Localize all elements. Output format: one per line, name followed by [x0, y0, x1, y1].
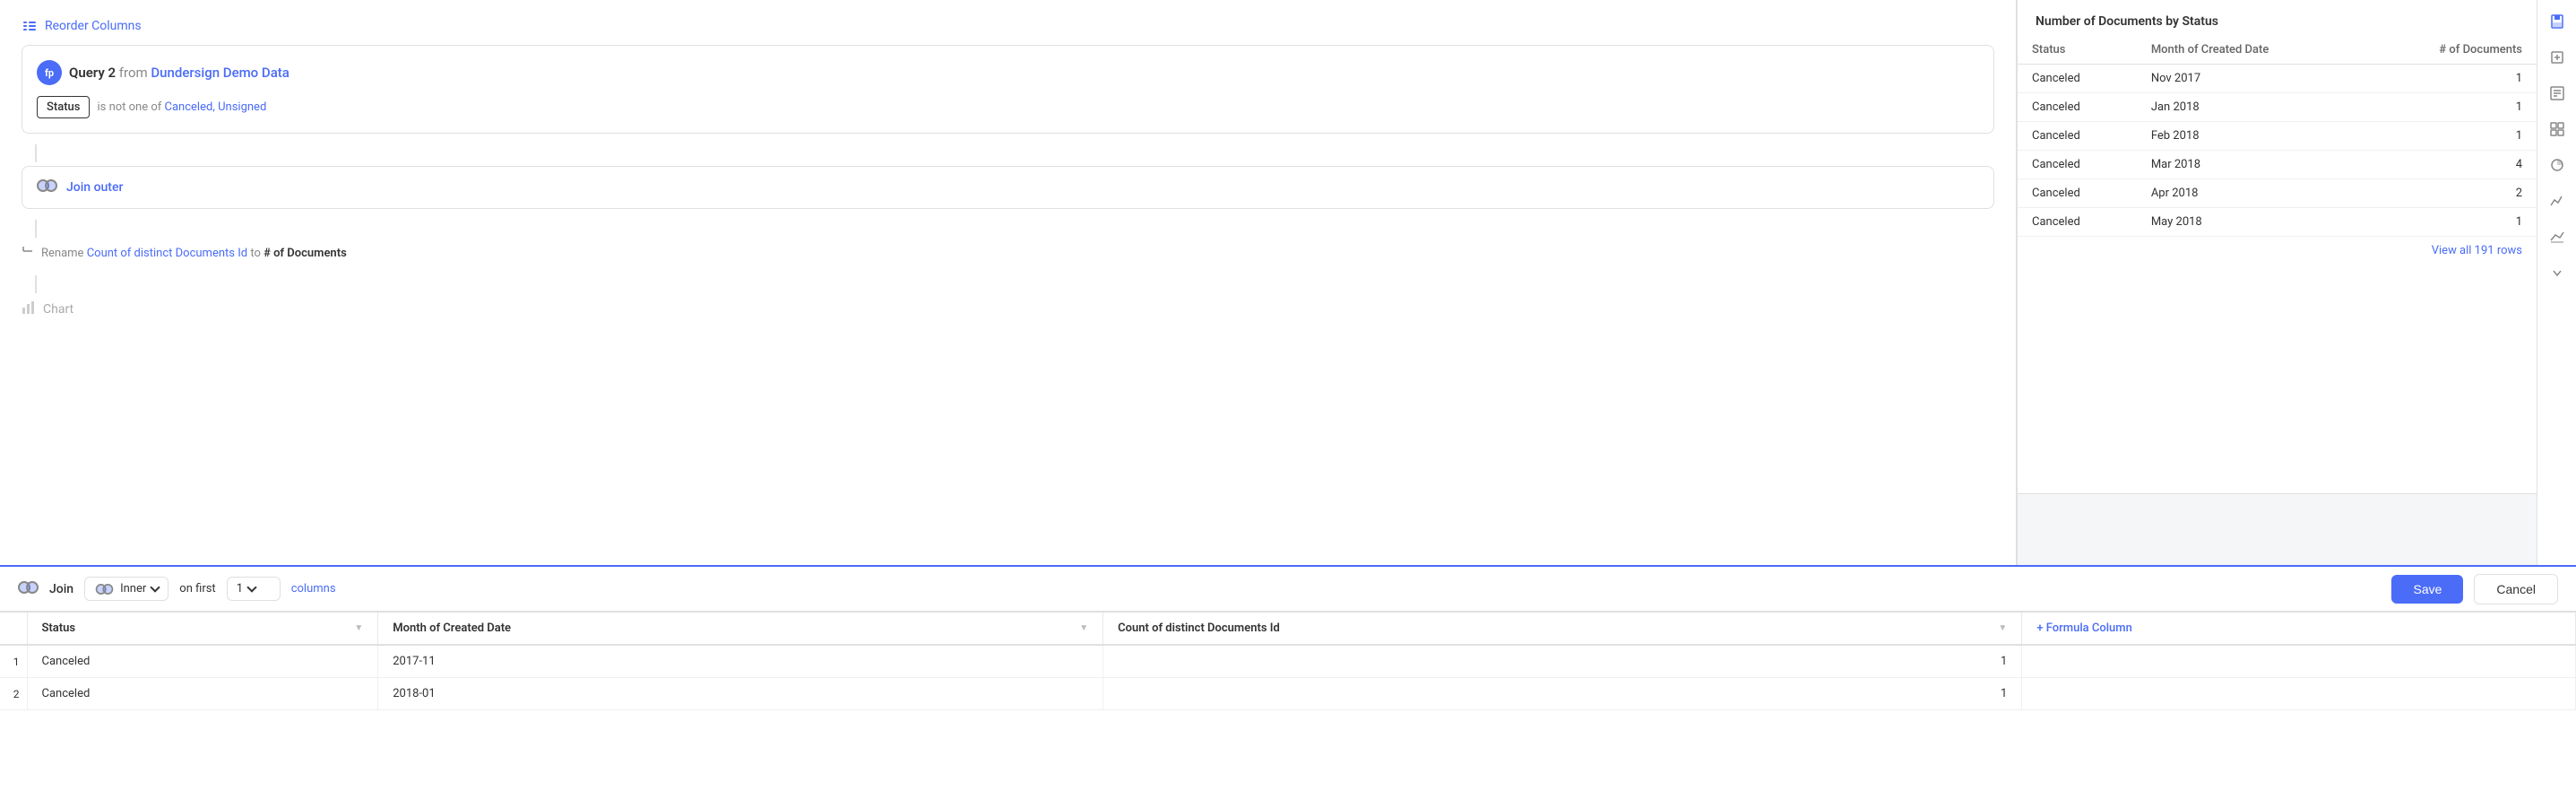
preview-area: Number of Documents by Status Status Mon…	[2017, 0, 2537, 565]
rename-new-name: # of Documents	[264, 247, 347, 260]
join-type-chevron	[151, 582, 160, 592]
sidebar-grid-icon[interactable]	[2543, 115, 2572, 143]
table-row: 2Canceled2018-011	[0, 678, 2576, 710]
chart-block: Chart	[22, 297, 1994, 322]
join-outer-label: Join outer	[66, 180, 123, 195]
col-header-formula[interactable]: + Formula Column	[2022, 613, 2576, 645]
rename-field: Count of distinct Documents Id	[87, 247, 247, 260]
sidebar-add-icon[interactable]	[2543, 43, 2572, 72]
join-columns-value: 1	[237, 582, 243, 595]
filter-values: Canceled, Unsigned	[165, 100, 267, 114]
join-bar: Join Inner on first 1 columns Save Cance…	[0, 565, 2576, 612]
view-all-rows-link[interactable]: View all 191 rows	[2018, 237, 2537, 265]
col-header-month: Month of Created Date ▼	[378, 613, 1103, 645]
sidebar-line-icon[interactable]	[2543, 187, 2572, 215]
query-avatar: fp	[37, 60, 62, 85]
main-container: Reorder Columns fp Query 2 from Dundersi…	[0, 0, 2576, 791]
table-row: 1Canceled2017-111	[0, 645, 2576, 678]
pipeline-area: Reorder Columns fp Query 2 from Dundersi…	[0, 0, 2017, 565]
preview-chart-area	[2018, 493, 2537, 565]
col-header-count: Count of distinct Documents Id ▼	[1103, 613, 2022, 645]
join-outer-icon	[37, 179, 57, 196]
sidebar-pie-icon[interactable]	[2543, 151, 2572, 179]
preview-table-row: CanceledFeb 20181	[2018, 122, 2537, 151]
rename-arrow: to	[250, 247, 264, 260]
cancel-button[interactable]: Cancel	[2474, 574, 2558, 604]
query-name: Query 2	[69, 65, 116, 81]
data-table-section: Status ▼ Month of Created Date ▼ Count o…	[0, 612, 2576, 791]
rename-block: Rename Count of distinct Documents Id to…	[22, 241, 1994, 265]
query-from: from	[119, 65, 151, 81]
step-connector-1	[35, 144, 37, 162]
join-outer-block: Join outer	[22, 166, 1994, 209]
rename-action: Rename	[41, 247, 83, 260]
join-on-text: on first	[179, 582, 215, 595]
col-month-sort[interactable]: ▼	[1079, 623, 1088, 633]
filter-operator: is not one of	[97, 100, 161, 114]
filter-condition: is not one of Canceled, Unsigned	[97, 100, 266, 114]
query-header: fp Query 2 from Dundersign Demo Data	[37, 60, 1979, 85]
join-type-button[interactable]: Inner	[84, 577, 169, 601]
col-count-sort[interactable]: ▼	[1998, 623, 2007, 633]
preview-col-docs: # of Documents	[2364, 36, 2537, 65]
reorder-icon	[22, 18, 38, 34]
sidebar-save-icon[interactable]	[2543, 7, 2572, 36]
col-month-label: Month of Created Date	[393, 622, 511, 635]
step-connector-3	[35, 275, 37, 293]
join-type-label: Inner	[120, 582, 146, 595]
col-status-label: Status	[42, 622, 76, 635]
query-title: Query 2 from Dundersign Demo Data	[69, 65, 290, 81]
preview-col-month: Month of Created Date	[2137, 36, 2364, 65]
right-sidebar	[2537, 0, 2576, 565]
preview-col-status: Status	[2018, 36, 2137, 65]
col-formula-label: + Formula Column	[2036, 622, 2132, 635]
chart-label: Chart	[43, 302, 73, 317]
join-number-button[interactable]: 1	[227, 577, 281, 601]
reorder-columns-label: Reorder Columns	[45, 19, 142, 33]
preview-table-row: CanceledMar 20184	[2018, 151, 2537, 179]
col-header-status: Status ▼	[27, 613, 378, 645]
sidebar-edit-icon[interactable]	[2543, 79, 2572, 108]
col-count-label: Count of distinct Documents Id	[1118, 622, 1280, 635]
preview-table: Status Month of Created Date # of Docume…	[2018, 36, 2537, 493]
query-block: fp Query 2 from Dundersign Demo Data Sta…	[22, 45, 1994, 134]
step-connector-2	[35, 220, 37, 238]
join-bar-label: Join	[49, 582, 73, 596]
preview-table-row: CanceledApr 20182	[2018, 179, 2537, 208]
filter-row: Status is not one of Canceled, Unsigned	[37, 96, 1979, 118]
preview-title: Number of Documents by Status	[2018, 0, 2537, 36]
query-source: Dundersign Demo Data	[151, 65, 290, 81]
sidebar-trend-icon[interactable]	[2543, 222, 2572, 251]
join-columns-label: columns	[291, 582, 336, 595]
col-status-sort[interactable]: ▼	[354, 623, 363, 633]
join-bar-circles-icon	[18, 581, 39, 597]
row-num-header	[0, 613, 27, 645]
rename-icon	[22, 245, 34, 261]
join-number-chevron	[246, 582, 256, 592]
preview-table-row: CanceledMay 20181	[2018, 208, 2537, 237]
reorder-columns-link[interactable]: Reorder Columns	[22, 18, 1994, 34]
chart-icon	[22, 300, 36, 318]
rename-text: Rename Count of distinct Documents Id to…	[41, 247, 347, 260]
sidebar-down-icon[interactable]	[2543, 258, 2572, 287]
preview-table-row: CanceledNov 20171	[2018, 65, 2537, 93]
save-button[interactable]: Save	[2391, 575, 2463, 604]
filter-field-badge[interactable]: Status	[37, 96, 90, 118]
preview-table-row: CanceledJan 20181	[2018, 93, 2537, 122]
data-table: Status ▼ Month of Created Date ▼ Count o…	[0, 613, 2576, 710]
top-section: Reorder Columns fp Query 2 from Dundersi…	[0, 0, 2576, 565]
